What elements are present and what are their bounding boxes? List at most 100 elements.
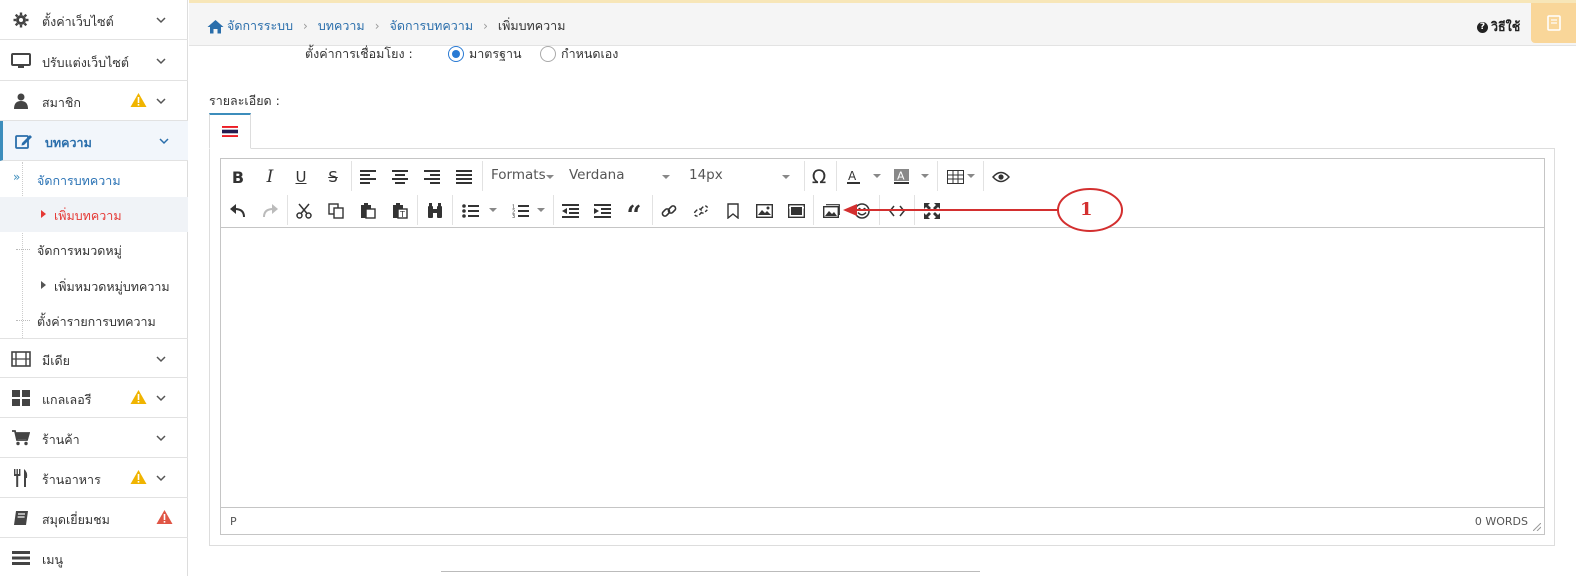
- table-caret[interactable]: [967, 174, 975, 178]
- warning-icon: [130, 390, 147, 404]
- sidebar-item-gallery[interactable]: แกลเลอรี: [0, 378, 188, 418]
- underline-button[interactable]: U: [288, 165, 314, 189]
- binoculars-icon: [428, 203, 442, 218]
- sidebar-item-shop[interactable]: ร้านค้า: [0, 418, 188, 458]
- sidebar-item-articles[interactable]: บทความ: [0, 121, 188, 161]
- align-center-button[interactable]: [387, 165, 413, 189]
- submenu-manage-categories[interactable]: จัดการหมวดหมู่: [0, 232, 188, 267]
- sidebar-item-site-settings[interactable]: ตั้งค่าเว็บไซต์: [0, 0, 188, 40]
- align-left-icon: [360, 170, 376, 184]
- source-code-button[interactable]: [884, 199, 910, 223]
- align-left-button[interactable]: [355, 165, 381, 189]
- underline-icon: U: [295, 168, 307, 186]
- toolbar-separator: [937, 161, 938, 191]
- italic-button[interactable]: I: [257, 165, 283, 189]
- sidebar-item-restaurant[interactable]: ร้านอาหาร: [0, 458, 188, 498]
- radio-label: มาตรฐาน: [469, 46, 522, 61]
- grid-icon: [11, 389, 31, 407]
- gallery-insert-button[interactable]: [818, 199, 844, 223]
- strikethrough-icon: S: [328, 168, 338, 186]
- indent-button[interactable]: [589, 199, 615, 223]
- radio-circle[interactable]: [540, 46, 556, 62]
- unlink-button[interactable]: [688, 199, 714, 223]
- paste-text-button[interactable]: T: [387, 199, 413, 223]
- breadcrumb-separator: ›: [374, 19, 380, 33]
- toolbar-separator: [804, 161, 805, 191]
- breadcrumb-articles[interactable]: บทความ: [318, 16, 365, 36]
- sidebar-item-media[interactable]: มีเดีย: [0, 338, 188, 378]
- thai-flag-icon: [222, 126, 238, 137]
- chevron-down-icon: [156, 356, 166, 363]
- submenu-add-article[interactable]: เพิ่มบทความ: [0, 197, 188, 232]
- table-button[interactable]: [942, 165, 968, 189]
- chevron-down-icon: [159, 138, 169, 145]
- link-button[interactable]: [656, 199, 682, 223]
- numbered-list-caret[interactable]: [537, 208, 545, 212]
- tab-thai-language[interactable]: [209, 113, 251, 149]
- find-replace-button[interactable]: [422, 199, 448, 223]
- align-justify-button[interactable]: [451, 165, 477, 189]
- breadcrumb-system[interactable]: จัดการระบบ: [227, 16, 293, 36]
- numbered-list-icon: 123: [512, 205, 529, 218]
- sidebar-item-customize[interactable]: ปรับแต่งเว็บไซต์: [0, 41, 188, 81]
- preview-button[interactable]: [988, 165, 1014, 189]
- background-color-button[interactable]: A: [889, 165, 915, 189]
- bullet-list-caret[interactable]: [489, 208, 497, 212]
- manual-button[interactable]: [1531, 3, 1576, 43]
- paste-button[interactable]: [355, 199, 381, 223]
- radio-circle-checked[interactable]: [448, 46, 464, 62]
- element-path[interactable]: P: [230, 515, 237, 528]
- numbered-list-button[interactable]: 123: [507, 199, 533, 223]
- media-button[interactable]: [783, 199, 809, 223]
- submenu-add-category[interactable]: เพิ่มหมวดหมู่บทความ: [0, 268, 188, 303]
- strikethrough-button[interactable]: S: [320, 165, 346, 189]
- special-char-button[interactable]: Ω: [806, 165, 832, 189]
- undo-button[interactable]: [225, 199, 251, 223]
- submenu-article-list-settings[interactable]: ตั้งค่ารายการบทความ: [0, 303, 188, 338]
- fullscreen-button[interactable]: [919, 199, 945, 223]
- sidebar-item-label: บทความ: [45, 135, 92, 150]
- copy-icon: [328, 203, 344, 219]
- anchor-button[interactable]: [720, 199, 746, 223]
- sidebar-item-members[interactable]: สมาชิก: [0, 81, 188, 121]
- eye-icon: [992, 171, 1010, 183]
- align-right-button[interactable]: [419, 165, 445, 189]
- emoticons-button[interactable]: [849, 199, 875, 223]
- image-button[interactable]: [751, 199, 777, 223]
- submenu-manage-articles[interactable]: » จัดการบทความ: [0, 162, 188, 197]
- edit-icon: [14, 132, 34, 150]
- submenu-label: จัดการบทความ: [37, 173, 121, 188]
- toolbar-separator: [452, 195, 453, 225]
- bold-button[interactable]: B: [225, 165, 251, 189]
- blockquote-button[interactable]: “: [621, 199, 647, 229]
- resize-grip-icon[interactable]: [1533, 523, 1541, 531]
- sidebar-item-guestbook[interactable]: สมุดเยี่ยมชม: [0, 498, 188, 538]
- user-icon: [11, 92, 31, 110]
- font-size-dropdown[interactable]: 14px: [689, 167, 793, 187]
- editor-content-area[interactable]: [221, 229, 1544, 507]
- copy-button[interactable]: [323, 199, 349, 223]
- book-icon: [1546, 15, 1561, 31]
- sidebar: ตั้งค่าเว็บไซต์ ปรับแต่งเว็บไซต์ สมาชิก …: [0, 0, 188, 576]
- formats-dropdown[interactable]: Formats: [491, 167, 557, 187]
- text-color-caret[interactable]: [873, 174, 881, 178]
- sidebar-item-menu[interactable]: เมนู: [0, 538, 188, 576]
- outdent-button[interactable]: [557, 199, 583, 223]
- radio-custom[interactable]: กำหนดเอง: [540, 44, 618, 64]
- text-color-button[interactable]: A: [841, 165, 867, 189]
- cart-icon: [11, 429, 31, 447]
- font-family-dropdown[interactable]: Verdana: [569, 167, 673, 187]
- image-icon: [755, 204, 773, 218]
- bullet-list-button[interactable]: [457, 199, 483, 223]
- help-link[interactable]: ? วิธีใช้: [1477, 17, 1520, 37]
- redo-button[interactable]: [257, 199, 283, 223]
- radio-standard[interactable]: มาตรฐาน: [448, 44, 522, 64]
- toolbar-separator: [879, 195, 880, 225]
- background-color-caret[interactable]: [921, 174, 929, 178]
- chevron-down-icon: [156, 17, 166, 24]
- toolbar-separator: [836, 161, 837, 191]
- sidebar-item-label: สมาชิก: [42, 95, 81, 110]
- breadcrumb-manage-articles[interactable]: จัดการบทความ: [390, 16, 474, 36]
- toolbar-separator: [652, 195, 653, 225]
- cut-button[interactable]: [291, 199, 317, 223]
